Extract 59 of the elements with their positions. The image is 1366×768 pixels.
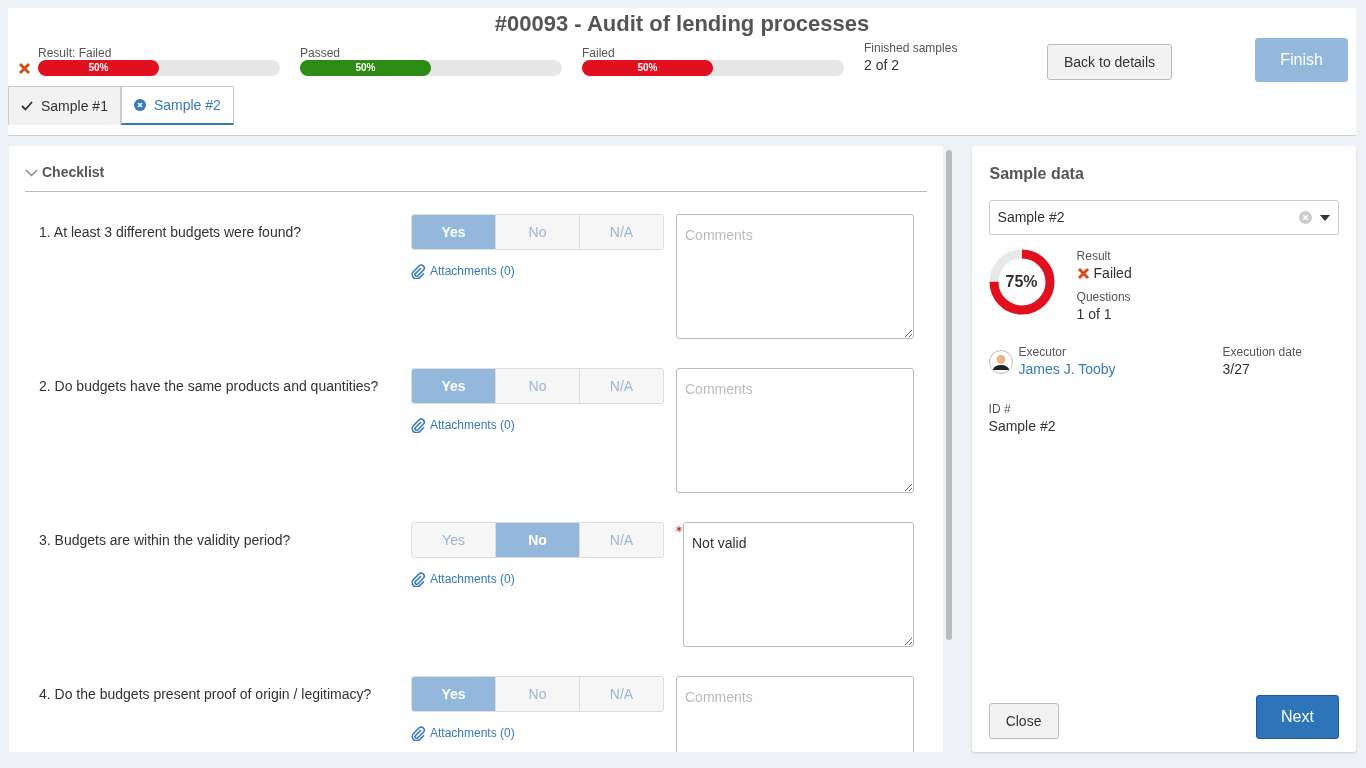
answer-option[interactable]: No [496,215,580,249]
id-label: ID # [988,402,1012,417]
attachments-link[interactable]: Attachments (0) [411,416,515,434]
execution-date-value: 3/27 [1222,360,1251,380]
comment-field[interactable]: Comments [676,368,914,493]
paperclip-icon [411,417,426,433]
finished-value: 2 of 2 [864,56,901,75]
id-value: Sample #2 [988,417,1057,437]
answer-option[interactable]: N/A [580,677,663,711]
paperclip-icon [411,571,426,587]
answer-option[interactable]: N/A [580,215,663,249]
answer-option[interactable]: Yes [412,677,496,711]
page-title: #00093 - Audit of lending processes [493,10,871,38]
comment-field[interactable]: Comments [676,676,914,752]
panel-title: Sample data [988,164,1085,184]
attachments-link[interactable]: Attachments (0) [411,570,515,588]
answer-option[interactable]: No [496,369,580,403]
attachments-link[interactable]: Attachments (0) [411,724,515,742]
answer-option[interactable]: N/A [580,369,663,403]
questions-label: Questions [1076,290,1132,305]
progress-fill: 50% [582,60,713,76]
executor-link[interactable]: James J. Tooby [1018,361,1116,378]
answer-option[interactable]: No [496,523,580,557]
questions-value: 1 of 1 [1076,305,1113,325]
executor-label: Executor [1018,345,1067,360]
section-title: Checklist [42,163,105,182]
attachments-link[interactable]: Attachments (0) [411,262,515,280]
answer-option[interactable]: Yes [412,523,496,557]
progress-fill: 50% [38,60,159,76]
answer-option[interactable]: N/A [580,523,663,557]
paperclip-icon [411,263,426,279]
caret-icon[interactable] [1320,214,1330,221]
progress-fill: 50% [300,60,431,76]
execution-date-label: Execution date [1222,345,1302,360]
paperclip-icon [411,725,426,741]
question-text: 2. Do budgets have the same products and quantities? [39,377,380,396]
progress-label: Failed [582,46,616,60]
question-text: 1. At least 3 different budgets were found? [39,223,303,242]
finished-label: Finished samples [864,41,959,55]
sample-tab[interactable]: Sample #1 [8,86,121,125]
comment-field[interactable]: Not valid [683,522,914,647]
result-value: Failed [1093,264,1132,284]
progress-label: Result: Failed [37,46,113,60]
scrollbar-thumb[interactable] [945,150,952,640]
answer-option[interactable]: No [496,677,580,711]
result-label: Result [1076,249,1112,264]
question-text: 3. Budgets are within the validity period? [39,531,292,550]
sample-select[interactable]: Sample #2 [988,200,1339,236]
question-text: 4. Do the budgets present proof of origin / legitimacy? [39,685,373,704]
close-button[interactable]: Close [988,703,1059,739]
back-to-details-button[interactable]: Back to details [1047,44,1173,80]
comment-field[interactable]: Comments [676,214,914,339]
chevron-icon[interactable] [25,168,38,177]
score-donut: 75% [988,249,1055,316]
next-button[interactable]: Next [1256,695,1339,739]
answer-option[interactable]: Yes [412,369,496,403]
progress-label: Passed [300,46,342,60]
sample-tab[interactable]: Sample #2 [120,86,234,125]
answer-option[interactable]: Yes [412,215,496,249]
